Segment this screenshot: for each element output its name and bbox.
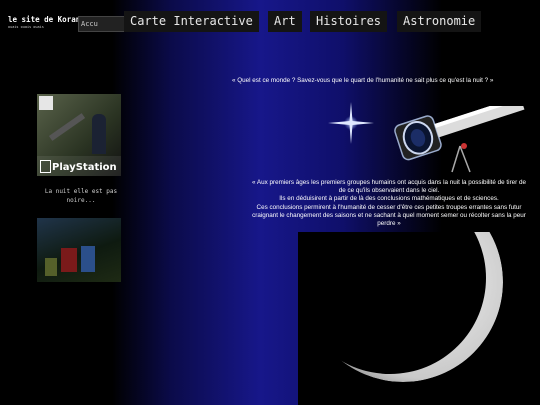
body-line: perdre »: [377, 220, 401, 228]
body-line: de ce qu'ils observaient dans le ciel.: [338, 187, 440, 195]
home-tab[interactable]: Accu: [78, 16, 126, 32]
body-line: Ces conclusions permirent à l'humanité d…: [256, 203, 522, 211]
body-line: craignant le changement des saisons et n…: [252, 211, 526, 219]
playstation-logo-text: PlayStation: [52, 162, 117, 173]
nav-astronomie[interactable]: Astronomie: [397, 11, 482, 32]
playstation-logo-icon: [40, 160, 51, 173]
game-screenshot[interactable]: [37, 218, 121, 282]
game-character-green: [45, 258, 57, 276]
game-character-blue: [81, 246, 95, 272]
telescope-icon: [394, 106, 525, 173]
body-line: Ils en déduisirent à partir de là des co…: [279, 195, 499, 203]
nav-art[interactable]: Art: [268, 11, 302, 32]
crescent-moon-icon: [303, 232, 503, 382]
moon-image: [298, 232, 540, 405]
body-text: « Aux premiers âges les premiers groupes…: [238, 179, 540, 228]
nav-histoires[interactable]: Histoires: [310, 11, 388, 32]
playstation-game-cover[interactable]: PlayStation: [37, 94, 121, 176]
body-line: « Aux premiers âges les premiers groupes…: [251, 179, 527, 186]
site-subtitle: ouais ouais ouais: [8, 25, 44, 29]
sidebar-caption: La nuit elle est pas noire...: [44, 188, 118, 204]
person-figure: [92, 114, 106, 154]
ps-corner-badge-icon: [39, 96, 53, 110]
game-character-red: [61, 248, 77, 272]
nav-carte-interactive[interactable]: Carte Interactive: [124, 11, 259, 32]
intro-quote: « Quel est ce monde ? Savez-vous que le …: [232, 77, 494, 84]
sparkle-star-icon: [328, 102, 374, 144]
telescope-shape: [48, 113, 86, 141]
home-tab-label: Accu: [81, 20, 98, 28]
